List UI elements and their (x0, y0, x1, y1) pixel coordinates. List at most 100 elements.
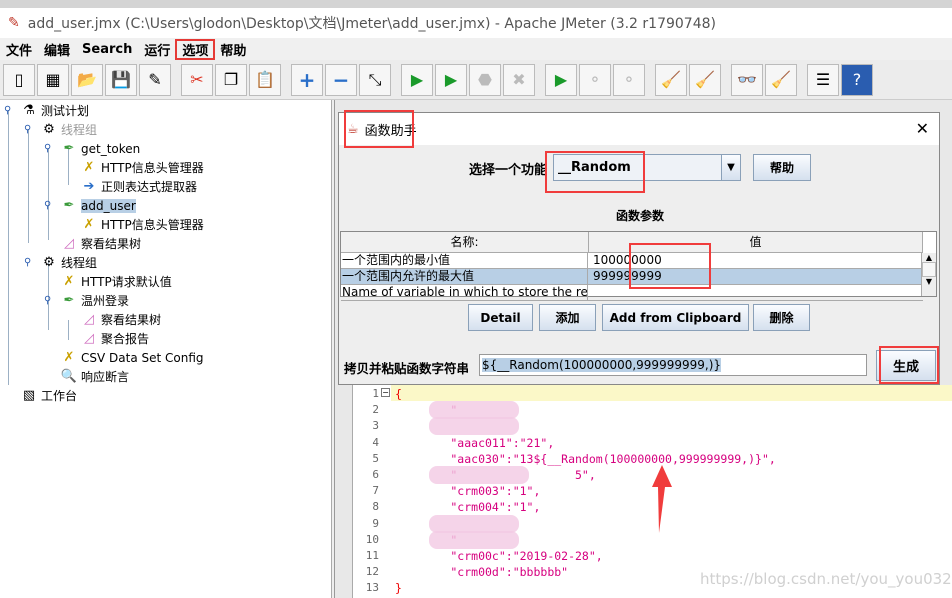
collapse-icon[interactable]: − (325, 63, 357, 96)
remote-stop-icon[interactable]: ⚬ (579, 63, 611, 96)
column-header-name[interactable]: 名称: (341, 232, 589, 253)
add-button[interactable]: 添加 (539, 304, 596, 331)
clear-icon[interactable]: 🧹 (655, 63, 687, 96)
menu-item[interactable]: 文件 (0, 40, 38, 59)
tree-handle-icon[interactable]: ⚲ (24, 257, 40, 268)
tree-node-label: 线程组 (61, 123, 98, 137)
tools-icon: ✗ (63, 350, 75, 365)
gear-icon: ⚙ (43, 122, 55, 137)
search-icon[interactable]: 👓 (731, 63, 763, 96)
scroll-down-icon[interactable]: ▼ (922, 277, 936, 286)
add-from-clipboard-button[interactable]: Add from Clipboard (602, 304, 749, 331)
new-icon[interactable]: ▯ (3, 63, 35, 96)
tree-handle-icon[interactable]: ⚲ (4, 105, 20, 116)
test-plan-tree: ⚲ ⚗ 测试计划 ⚲ ⚙ 线程组 ⚲ ✒ get_token ✗ HTTP信息头管理器 ➔ 正则表达式提… (0, 100, 332, 598)
param-name: 一个范围内的最小值 (342, 253, 588, 268)
templates-icon[interactable]: ▦ (37, 63, 69, 96)
line-number: 7 (372, 484, 379, 498)
tree-node[interactable]: ➔ 正则表达式提取器 (64, 177, 197, 196)
code-line[interactable]: { (395, 387, 402, 401)
annotation-box (629, 243, 711, 289)
chevron-down-icon[interactable]: ▼ (721, 154, 741, 181)
tree-node[interactable]: ⚲ ⚙ 线程组 (24, 120, 97, 139)
remote-shutdown-icon[interactable]: ⚬ (613, 63, 645, 96)
reset-search-icon[interactable]: 🧹 (765, 63, 797, 96)
tree-node[interactable]: ◿ 聚合报告 (64, 329, 149, 348)
menu-item[interactable]: Search (76, 42, 138, 57)
save-as-icon[interactable]: ✎ (139, 63, 171, 96)
detail-button[interactable]: Detail (468, 304, 533, 331)
menu-item[interactable]: 编辑 (38, 40, 76, 59)
paste-icon[interactable]: 📋 (249, 63, 281, 96)
scroll-up-icon[interactable]: ▲ (922, 253, 936, 262)
menu-item[interactable]: 运行 (138, 40, 176, 59)
tree-node[interactable]: ⚲ ✒ get_token (44, 139, 140, 158)
tree-node[interactable]: ⚲ ⚙ 线程组 (24, 253, 97, 272)
toolbar: ▯ ▦ 📂 💾 ✎ ✂ ❐ 📋 + − ⤡ ▶ ▶ ⬣ ✖ ▶ ⚬ ⚬ 🧹 🧹 👓 🧹 ☰? (0, 60, 952, 100)
gear-icon: ⚙ (43, 255, 55, 270)
code-line[interactable]: "aac030":"13${__Random(100000000,9999999… (395, 452, 775, 466)
open-icon[interactable]: 📂 (71, 63, 103, 96)
line-number: 2 (372, 403, 379, 417)
tree-node[interactable]: ✗ HTTP请求默认值 (44, 272, 172, 291)
tree-node[interactable]: ✗ CSV Data Set Config (44, 348, 204, 367)
close-icon[interactable]: ✕ (916, 119, 929, 138)
tree-handle-icon[interactable]: ⚲ (44, 200, 60, 211)
table-scrollbar[interactable]: ▲ ▼ (921, 253, 936, 296)
function-helper-icon[interactable]: ☰ (807, 63, 839, 96)
annotation-box (344, 110, 414, 148)
delete-button[interactable]: 删除 (753, 304, 810, 331)
function-string-input[interactable]: ${__Random(100000000,999999999,)} (479, 354, 867, 376)
code-line[interactable]: "crm00d":"bbbbbb" (395, 565, 568, 579)
code-line[interactable]: "crm003":"1", (395, 484, 540, 498)
tree-node[interactable]: ⚲ ✒ add_user (44, 196, 136, 215)
remote-start-icon[interactable]: ▶ (545, 63, 577, 96)
code-line[interactable]: } (395, 581, 402, 595)
tree-node[interactable]: ⚲ ✒ 温州登录 (44, 291, 129, 310)
toggle-icon[interactable]: ⤡ (359, 63, 391, 96)
tree-handle-icon[interactable]: ⚲ (24, 124, 40, 135)
clear-all-icon[interactable]: 🧹 (689, 63, 721, 96)
copy-icon[interactable]: ❐ (215, 63, 247, 96)
tree-node[interactable]: ◿ 察看结果树 (44, 234, 141, 253)
code-line[interactable]: "aaac011":"21", (395, 436, 554, 450)
tree-node-label: HTTP信息头管理器 (101, 161, 204, 175)
watermark: https://blog.csdn.net/you_you0329 (700, 570, 952, 588)
start-icon[interactable]: ▶ (401, 63, 433, 96)
save-icon[interactable]: 💾 (105, 63, 137, 96)
tree-node[interactable]: ◿ 察看结果树 (64, 310, 161, 329)
code-line[interactable]: "crm00c":"2019-02-28", (395, 549, 602, 563)
expand-icon[interactable]: + (291, 63, 323, 96)
background-strip (0, 0, 952, 8)
help-icon[interactable]: ? (841, 63, 873, 96)
graph-icon: ◿ (84, 312, 94, 327)
tree-node[interactable]: ▧ 工作台 (4, 386, 77, 405)
pipette-icon: ✒ (63, 293, 75, 308)
cut-icon[interactable]: ✂ (181, 63, 213, 96)
start-no-pause-icon[interactable]: ▶ (435, 63, 467, 96)
tree-node-label: 察看结果树 (81, 237, 142, 251)
tree-handle-icon[interactable]: ⚲ (44, 295, 60, 306)
shutdown-icon[interactable]: ✖ (503, 63, 535, 96)
params-title: 函数参数 (615, 209, 664, 223)
tree-handle-icon[interactable]: ⚲ (44, 143, 60, 154)
redacted-region (429, 530, 519, 549)
line-number: 13 (365, 581, 379, 595)
line-number: 1 (372, 387, 379, 400)
tree-node-label: 响应断言 (81, 370, 130, 384)
redacted-region (429, 417, 519, 436)
stop-icon[interactable]: ⬣ (469, 63, 501, 96)
menu-item[interactable]: 帮助 (214, 40, 252, 59)
tree-node-label: get_token (81, 141, 141, 156)
line-number: 9 (372, 516, 379, 530)
menu-item[interactable]: 选项 (175, 38, 216, 60)
line-number: 12 (365, 565, 379, 579)
tree-node[interactable]: 🔍 响应断言 (44, 367, 129, 386)
tree-node[interactable]: ⚲ ⚗ 测试计划 (4, 101, 89, 120)
code-line[interactable]: "crm004":"1", (395, 500, 540, 514)
line-number: 3 (372, 419, 379, 433)
fold-icon[interactable]: − (381, 388, 390, 397)
tree-node[interactable]: ✗ HTTP信息头管理器 (64, 215, 204, 234)
help-button[interactable]: 帮助 (753, 154, 811, 181)
tree-node[interactable]: ✗ HTTP信息头管理器 (64, 158, 204, 177)
